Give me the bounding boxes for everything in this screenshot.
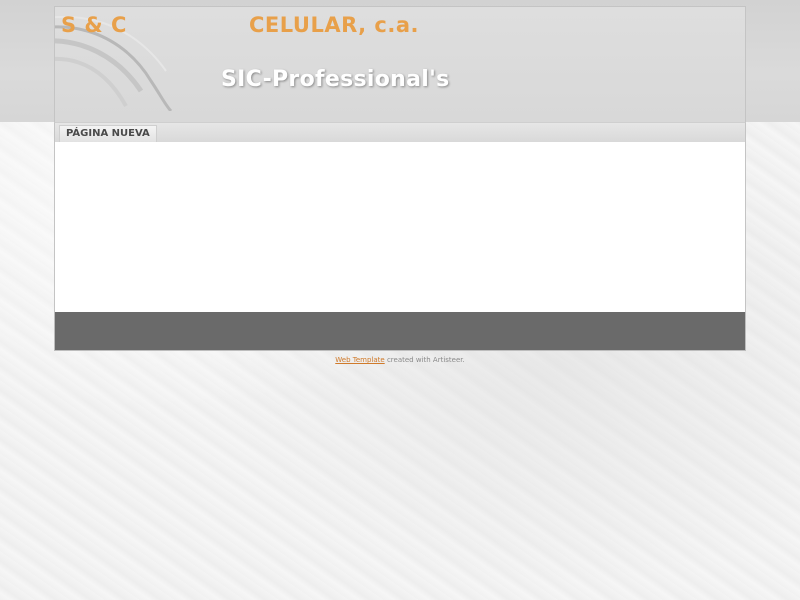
credit-text: created with Artisteer. — [386, 356, 465, 364]
site-footer — [54, 312, 746, 351]
web-template-link[interactable]: Web Template — [335, 356, 384, 364]
site-header: S & C CELULAR, c.a. SIC-Professional's — [54, 6, 746, 122]
footer-credit: Web Template created with Artisteer. — [0, 356, 800, 364]
main-content-area — [54, 142, 746, 312]
site-logo-right: CELULAR, c.a. — [249, 13, 419, 37]
nav-item-pagina-nueva[interactable]: PÁGINA NUEVA — [59, 125, 157, 142]
site-logo-left: S & C — [61, 13, 127, 37]
main-nav: PÁGINA NUEVA — [54, 122, 746, 142]
site-slogan: SIC-Professional's — [221, 67, 450, 92]
